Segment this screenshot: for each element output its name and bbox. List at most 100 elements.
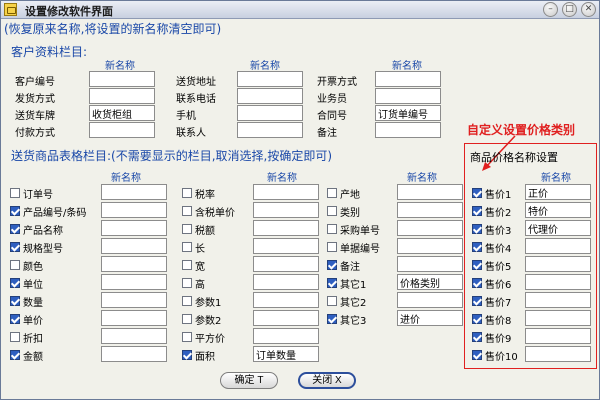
goods-field[interactable]: [253, 274, 319, 290]
price-checkbox[interactable]: [472, 332, 482, 342]
goods-checkbox[interactable]: [182, 206, 192, 216]
customer-field[interactable]: [89, 105, 155, 121]
price-checkbox[interactable]: [472, 314, 482, 324]
goods-field[interactable]: [397, 184, 463, 200]
goods-field[interactable]: [397, 220, 463, 236]
goods-field[interactable]: [101, 310, 167, 326]
goods-checkbox[interactable]: [327, 224, 337, 234]
price-field[interactable]: [525, 256, 591, 272]
customer-field[interactable]: [375, 71, 441, 87]
goods-newname-header-3: 新名称: [407, 173, 437, 184]
goods-field[interactable]: [397, 292, 463, 308]
goods-field[interactable]: [101, 292, 167, 308]
price-checkbox[interactable]: [472, 188, 482, 198]
goods-checkbox[interactable]: [182, 296, 192, 306]
goods-field[interactable]: [101, 202, 167, 218]
goods-checkbox[interactable]: [10, 350, 20, 360]
goods-checkbox[interactable]: [182, 350, 192, 360]
customer-field[interactable]: [89, 71, 155, 87]
goods-field[interactable]: [101, 346, 167, 362]
price-checkbox[interactable]: [472, 260, 482, 270]
price-checkbox[interactable]: [472, 242, 482, 252]
goods-checkbox[interactable]: [10, 260, 20, 270]
customer-field[interactable]: [375, 122, 441, 138]
goods-field[interactable]: [397, 274, 463, 290]
goods-checkbox[interactable]: [182, 314, 192, 324]
goods-field[interactable]: [397, 202, 463, 218]
goods-checkbox[interactable]: [327, 188, 337, 198]
goods-field[interactable]: [101, 274, 167, 290]
goods-field[interactable]: [253, 202, 319, 218]
goods-checkbox[interactable]: [10, 242, 20, 252]
goods-checkbox[interactable]: [327, 278, 337, 288]
price-field[interactable]: [525, 202, 591, 218]
goods-checkbox[interactable]: [10, 314, 20, 324]
goods-label: 规格型号: [23, 244, 63, 255]
price-field[interactable]: [525, 238, 591, 254]
customer-newname-header-2: 新名称: [250, 61, 280, 72]
close-button[interactable]: 关闭 X: [298, 372, 356, 389]
price-checkbox[interactable]: [472, 296, 482, 306]
goods-field[interactable]: [397, 310, 463, 326]
goods-label: 颜色: [23, 262, 43, 273]
customer-field[interactable]: [89, 122, 155, 138]
customer-label: 备注: [317, 128, 337, 139]
goods-checkbox[interactable]: [182, 242, 192, 252]
goods-checkbox[interactable]: [327, 206, 337, 216]
price-field[interactable]: [525, 220, 591, 236]
customer-field[interactable]: [375, 105, 441, 121]
goods-field[interactable]: [253, 310, 319, 326]
goods-checkbox[interactable]: [10, 332, 20, 342]
goods-field[interactable]: [101, 256, 167, 272]
goods-checkbox[interactable]: [327, 314, 337, 324]
goods-field[interactable]: [397, 238, 463, 254]
goods-checkbox[interactable]: [327, 242, 337, 252]
goods-field[interactable]: [253, 184, 319, 200]
close-icon[interactable]: ✕: [581, 2, 596, 17]
goods-checkbox[interactable]: [10, 206, 20, 216]
ok-button[interactable]: 确定 T: [220, 372, 278, 389]
goods-field[interactable]: [101, 220, 167, 236]
customer-field[interactable]: [237, 71, 303, 87]
goods-checkbox[interactable]: [182, 278, 192, 288]
goods-field[interactable]: [101, 328, 167, 344]
price-checkbox[interactable]: [472, 278, 482, 288]
price-checkbox[interactable]: [472, 206, 482, 216]
customer-field[interactable]: [237, 122, 303, 138]
maximize-icon[interactable]: □: [562, 2, 577, 17]
goods-checkbox[interactable]: [327, 296, 337, 306]
goods-checkbox[interactable]: [10, 188, 20, 198]
price-field[interactable]: [525, 346, 591, 362]
customer-field[interactable]: [89, 88, 155, 104]
goods-field[interactable]: [253, 220, 319, 236]
price-field[interactable]: [525, 328, 591, 344]
price-field[interactable]: [525, 274, 591, 290]
price-checkbox[interactable]: [472, 350, 482, 360]
goods-field[interactable]: [253, 292, 319, 308]
price-field[interactable]: [525, 292, 591, 308]
goods-field[interactable]: [101, 238, 167, 254]
goods-checkbox[interactable]: [182, 188, 192, 198]
price-field[interactable]: [525, 184, 591, 200]
minimize-icon[interactable]: –: [543, 2, 558, 17]
price-checkbox[interactable]: [472, 224, 482, 234]
goods-checkbox[interactable]: [10, 224, 20, 234]
goods-checkbox[interactable]: [10, 278, 20, 288]
goods-checkbox[interactable]: [327, 260, 337, 270]
goods-field[interactable]: [397, 256, 463, 272]
goods-label: 类别: [340, 208, 360, 219]
goods-checkbox[interactable]: [182, 260, 192, 270]
goods-label: 参数1: [195, 298, 222, 309]
goods-checkbox[interactable]: [10, 296, 20, 306]
goods-field[interactable]: [101, 184, 167, 200]
goods-checkbox[interactable]: [182, 332, 192, 342]
goods-field[interactable]: [253, 346, 319, 362]
goods-field[interactable]: [253, 328, 319, 344]
customer-field[interactable]: [237, 105, 303, 121]
customer-field[interactable]: [237, 88, 303, 104]
customer-field[interactable]: [375, 88, 441, 104]
goods-field[interactable]: [253, 256, 319, 272]
goods-checkbox[interactable]: [182, 224, 192, 234]
price-field[interactable]: [525, 310, 591, 326]
goods-field[interactable]: [253, 238, 319, 254]
